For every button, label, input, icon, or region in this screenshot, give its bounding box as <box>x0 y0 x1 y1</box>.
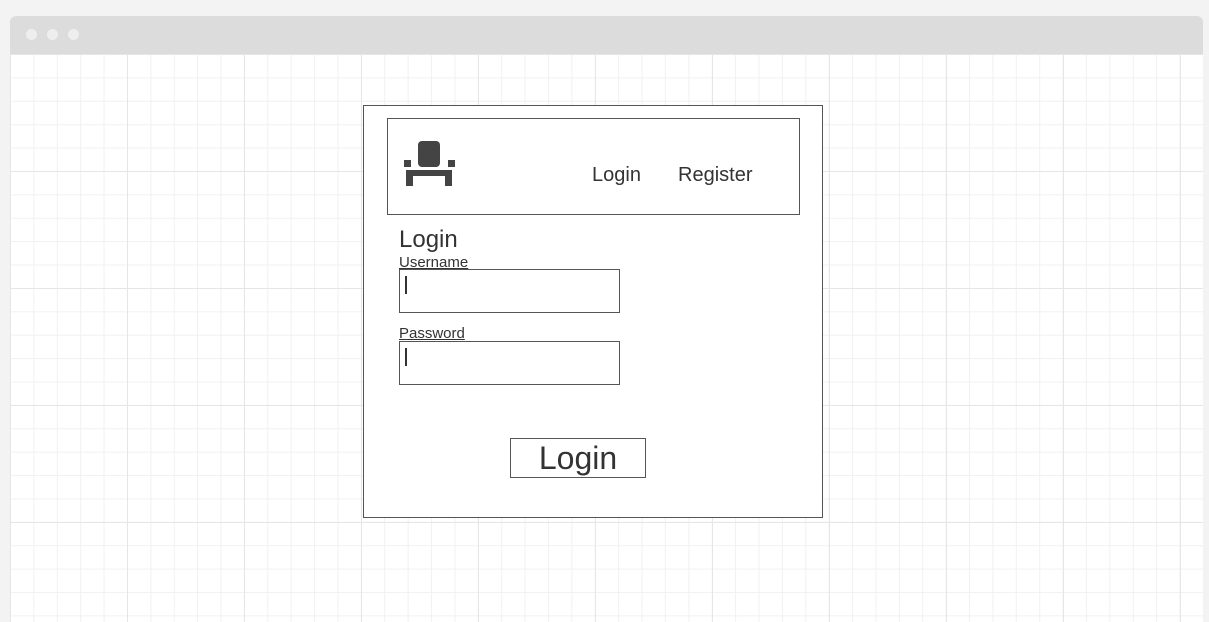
password-label: Password <box>399 325 465 342</box>
form-title: Login <box>399 226 458 253</box>
window-maximize-dot[interactable] <box>68 29 79 40</box>
password-field[interactable] <box>399 341 620 385</box>
nav-login-link[interactable]: Login <box>592 164 641 187</box>
login-button[interactable]: Login <box>510 438 646 478</box>
username-field[interactable] <box>399 269 620 313</box>
armchair-icon[interactable] <box>402 139 458 187</box>
window-close-dot[interactable] <box>26 29 37 40</box>
username-text-cursor <box>405 276 407 294</box>
window-titlebar <box>10 16 1203 54</box>
nav-register-link[interactable]: Register <box>678 164 752 187</box>
password-text-cursor <box>405 348 407 366</box>
window-minimize-dot[interactable] <box>47 29 58 40</box>
